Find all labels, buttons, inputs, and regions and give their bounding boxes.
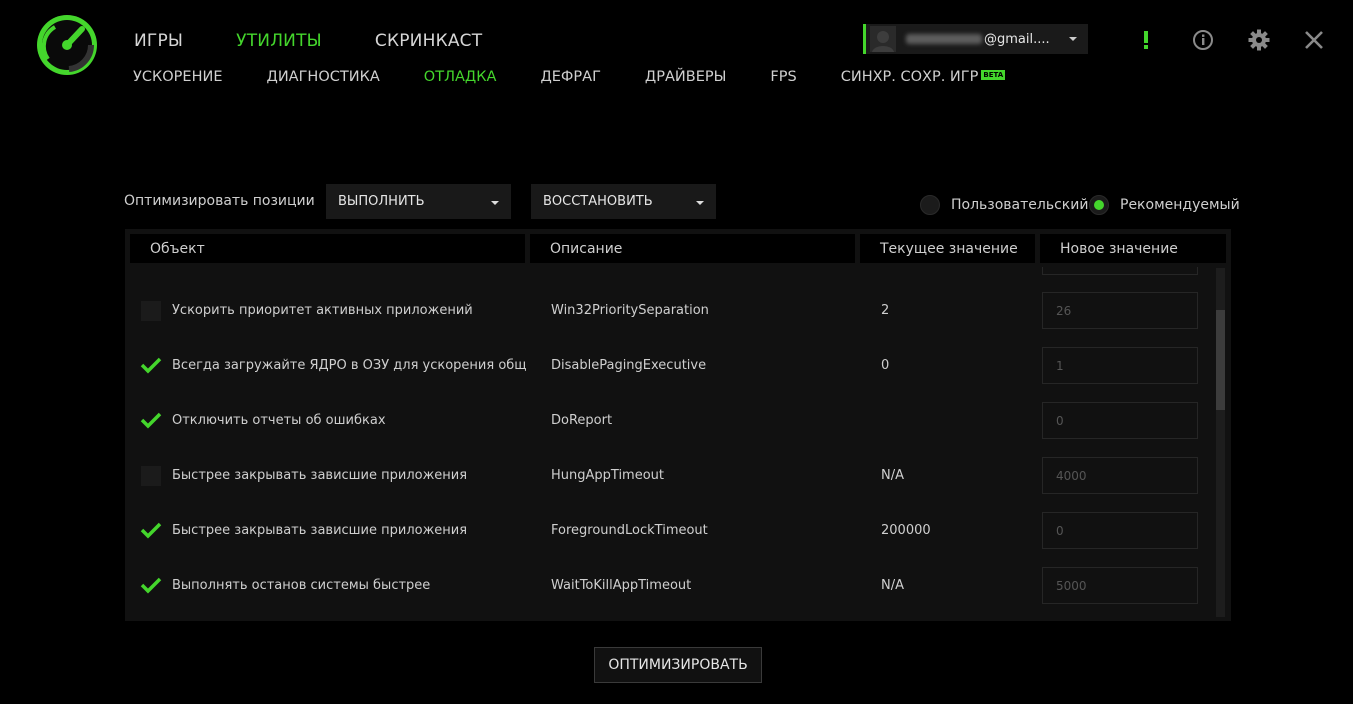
row-object: Быстрее закрывать зависшие приложения	[172, 523, 468, 538]
radio-recommended-circle[interactable]	[1089, 195, 1109, 215]
header-object: Объект	[130, 234, 525, 263]
row-description: ForegroundLockTimeout	[551, 523, 708, 538]
table-row: Ускорить приоритет активных приложений W…	[125, 283, 1215, 338]
row-new-value-input[interactable]: 26	[1042, 292, 1198, 329]
row-object: Всегда загружайте ЯДРО в ОЗУ для ускорен…	[172, 358, 527, 373]
chevron-down-icon	[491, 201, 499, 205]
row-new-value-input[interactable]: 0	[1042, 512, 1198, 549]
optimize-button[interactable]: ОПТИМИЗИРОВАТЬ	[594, 647, 762, 683]
restore-dropdown[interactable]: ВОССТАНОВИТЬ	[531, 184, 716, 219]
tab-save-sync[interactable]: СИНХР. СОХР. ИГР BETA	[840, 69, 1006, 85]
radio-custom-circle[interactable]	[920, 195, 940, 215]
table-header: Объект Описание Текущее значение Новое з…	[130, 234, 1231, 263]
app-logo-icon	[35, 13, 99, 77]
chevron-down-icon	[696, 201, 704, 205]
row-description: DisablePagingExecutive	[551, 358, 707, 373]
row-new-value-input[interactable]: 1	[1042, 347, 1198, 384]
restore-dropdown-label: ВОССТАНОВИТЬ	[543, 194, 653, 209]
main-nav-games[interactable]: ИГРЫ	[134, 31, 183, 51]
tab-diagnostics[interactable]: ДИАГНОСТИКА	[267, 69, 380, 85]
table-row: Быстрее закрывать зависшие приложения Fo…	[125, 503, 1215, 558]
table-row: Быстрее закрывать зависшие приложения Hu…	[125, 448, 1215, 503]
row-current-value: N/A	[881, 468, 904, 483]
check-icon[interactable]	[140, 576, 162, 594]
alert-icon[interactable]	[1134, 28, 1158, 52]
row-current-value: 200000	[881, 523, 931, 538]
check-icon[interactable]	[140, 521, 162, 539]
table-row: Отключить отчеты об ошибках DoReport 0	[125, 393, 1215, 448]
header-new-value: Новое значение	[1040, 234, 1226, 263]
check-icon[interactable]	[140, 356, 162, 374]
close-icon[interactable]	[1302, 28, 1326, 52]
row-description: WaitToKillAppTimeout	[551, 578, 692, 593]
radio-recommended[interactable]: Рекомендуемый	[1089, 195, 1240, 215]
row-description: Win32PrioritySeparation	[551, 303, 709, 318]
main-nav: ИГРЫ УТИЛИТЫ СКРИНКАСТ	[134, 31, 535, 51]
optimize-items-label: Оптимизировать позиции	[124, 193, 315, 209]
row-description: DoReport	[551, 413, 613, 428]
tab-defrag[interactable]: ДЕФРАГ	[540, 69, 600, 85]
radio-custom[interactable]: Пользовательский	[920, 195, 1088, 215]
row-current-value: N/A	[881, 578, 904, 593]
row-object: Ускорить приоритет активных приложений	[172, 303, 473, 318]
beta-badge: BETA	[981, 70, 1006, 80]
new-value-input-partial	[1042, 267, 1198, 275]
execute-dropdown[interactable]: ВЫПОЛНИТЬ	[326, 184, 511, 219]
row-new-value-input[interactable]: 0	[1042, 402, 1198, 439]
row-description: HungAppTimeout	[551, 468, 665, 483]
row-checkbox[interactable]	[141, 466, 161, 486]
tab-save-sync-label: СИНХР. СОХР. ИГР	[840, 69, 979, 85]
main-nav-utilities[interactable]: УТИЛИТЫ	[236, 31, 322, 51]
table-scrollbar-thumb[interactable]	[1216, 310, 1225, 410]
table-row: Всегда загружайте ЯДРО в ОЗУ для ускорен…	[125, 338, 1215, 393]
header-current-value: Текущее значение	[860, 234, 1035, 263]
row-object: Быстрее закрывать зависшие приложения	[172, 468, 468, 483]
row-object: Выполнять останов системы быстрее	[172, 578, 431, 593]
row-new-value-input[interactable]: 4000	[1042, 457, 1198, 494]
check-icon[interactable]	[140, 411, 162, 429]
user-avatar-icon	[870, 26, 896, 52]
main-nav-screencast[interactable]: СКРИНКАСТ	[375, 31, 482, 51]
row-object: Отключить отчеты об ошибках	[172, 413, 386, 428]
gear-icon[interactable]	[1247, 28, 1271, 52]
tab-fps[interactable]: FPS	[770, 69, 796, 85]
table-row: Выполнять останов системы быстрее WaitTo…	[125, 558, 1215, 613]
account-email: @gmail....	[984, 31, 1050, 47]
tab-tweaks[interactable]: ОТЛАДКА	[424, 69, 497, 85]
tab-drivers[interactable]: ДРАЙВЕРЫ	[645, 69, 727, 85]
radio-recommended-label: Рекомендуемый	[1120, 197, 1240, 213]
sub-nav: УСКОРЕНИЕ ДИАГНОСТИКА ОТЛАДКА ДЕФРАГ ДРА…	[133, 69, 1049, 85]
tab-boost[interactable]: УСКОРЕНИЕ	[133, 69, 223, 85]
row-new-value-input[interactable]: 5000	[1042, 567, 1198, 604]
row-current-value: 2	[881, 303, 890, 318]
row-current-value: 0	[881, 358, 890, 373]
radio-custom-label: Пользовательский	[951, 197, 1089, 213]
account-name-blurred	[906, 34, 982, 44]
header-description: Описание	[530, 234, 855, 263]
table-scrollbar[interactable]	[1216, 268, 1225, 617]
info-icon[interactable]	[1191, 28, 1215, 52]
execute-dropdown-label: ВЫПОЛНИТЬ	[338, 194, 425, 209]
chevron-down-icon	[1069, 37, 1077, 41]
row-checkbox[interactable]	[141, 301, 161, 321]
account-selector[interactable]: @gmail....	[863, 24, 1088, 54]
tweaks-table: Объект Описание Текущее значение Новое з…	[125, 229, 1231, 621]
